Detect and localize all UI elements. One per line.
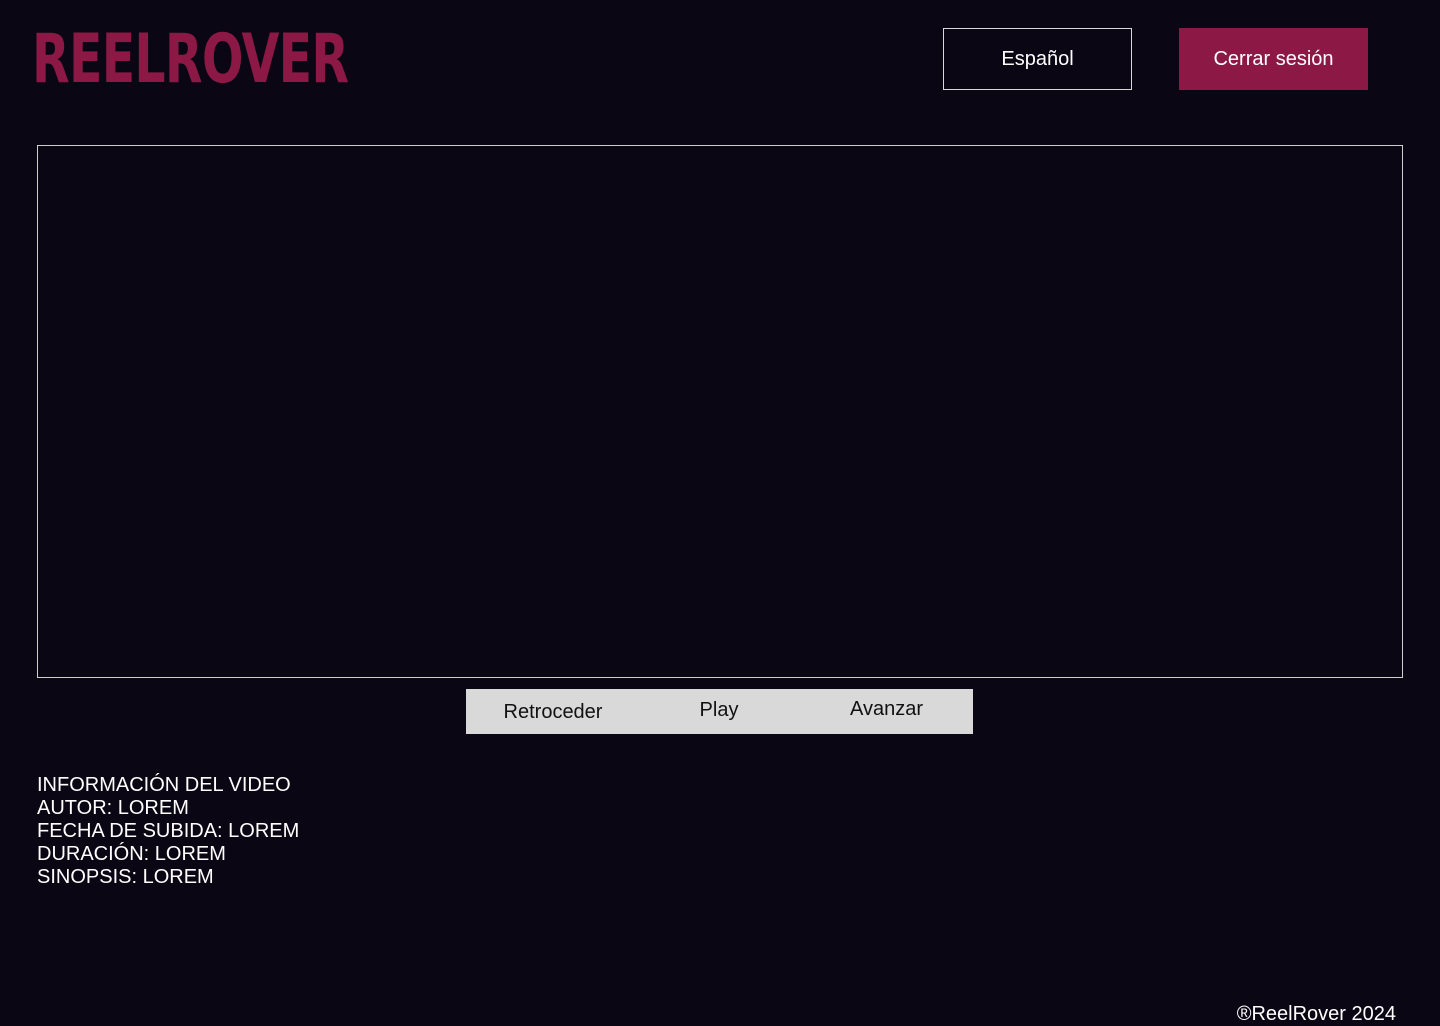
video-author: AUTOR: LOREM [37,797,189,819]
rewind-button[interactable]: Retroceder [486,689,620,734]
video-duration: DURACIÓN: LOREM [37,843,226,865]
logout-button[interactable]: Cerrar sesión [1179,28,1368,90]
play-button-label: Play [699,699,739,721]
play-button[interactable]: Play [680,689,758,734]
language-button[interactable]: Español [943,28,1132,90]
logout-button-label: Cerrar sesión [1213,47,1334,70]
brand-logo[interactable]: REELROVER [32,22,349,98]
forward-button[interactable]: Avanzar [838,689,935,734]
copyright-footer: ®ReelRover 2024 [1236,1003,1396,1025]
video-info: INFORMACIÓN DEL VIDEO AUTOR: LOREM FECHA… [37,774,637,889]
language-button-label: Español [1001,47,1074,70]
forward-button-label: Avanzar [849,698,923,720]
video-player[interactable] [37,145,1403,678]
video-info-title: INFORMACIÓN DEL VIDEO [37,774,291,796]
player-controls: Retroceder Play Avanzar [466,689,973,734]
rewind-button-label: Retroceder [503,701,603,723]
logo-text: REELROVER [32,20,349,99]
video-upload-date: FECHA DE SUBIDA: LOREM [37,820,300,842]
video-synopsis: SINOPSIS: LOREM [37,866,214,888]
